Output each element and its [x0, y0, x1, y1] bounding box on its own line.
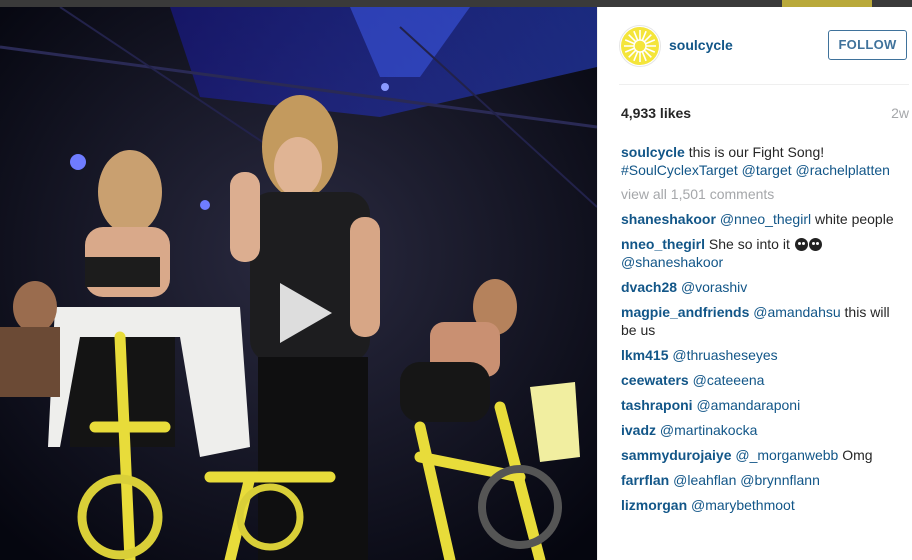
comment-username[interactable]: tashraponi — [621, 397, 693, 413]
comment-item: lizmorgan @marybethmoot — [621, 496, 897, 514]
comment-item: sammydurojaiye @_morganwebb Omg — [621, 446, 897, 464]
caption-username[interactable]: soulcycle — [621, 144, 685, 160]
comment-text: white people — [815, 211, 894, 227]
comment-item: ceewaters @cateeena — [621, 371, 897, 389]
caption: soulcycle this is our Fight Song! #SoulC… — [621, 143, 897, 179]
comment-mention[interactable]: @thruasheseyes — [672, 347, 777, 363]
divider — [619, 84, 909, 85]
comment-text: She so into it — [708, 236, 790, 252]
likes-count[interactable]: 4,933 likes — [621, 105, 691, 121]
view-all-comments-link[interactable]: view all 1,501 comments — [621, 185, 897, 203]
comment-username[interactable]: ceewaters — [621, 372, 689, 388]
skull-emoji-icon — [808, 238, 822, 251]
follow-button[interactable]: FOLLOW — [828, 30, 907, 60]
comment-mention[interactable]: @cateeena — [693, 372, 765, 388]
comment-item: lkm415 @thruasheseyes — [621, 346, 897, 364]
comment-username[interactable]: sammydurojaiye — [621, 447, 732, 463]
comment-username[interactable]: ivadz — [621, 422, 656, 438]
caption-hashtag[interactable]: #SoulCyclexTarget — [621, 162, 738, 178]
comment-username[interactable]: shaneshakoor — [621, 211, 716, 227]
comment-mention[interactable]: @vorashiv — [681, 279, 747, 295]
comment-mention[interactable]: @amandaraponi — [696, 397, 800, 413]
comment-item: farrflan @leahflan @brynnflann — [621, 471, 897, 489]
play-icon[interactable] — [266, 277, 338, 349]
post-username[interactable]: soulcycle — [669, 37, 733, 53]
comment-mention[interactable]: @leahflan @brynnflann — [673, 472, 820, 488]
comment-mention[interactable]: @_morganwebb — [735, 447, 838, 463]
comment-item: tashraponi @amandaraponi — [621, 396, 897, 414]
comment-item: nneo_thegirl She so into it @shaneshakoo… — [621, 235, 897, 271]
comment-mention[interactable]: @nneo_thegirl — [720, 211, 811, 227]
comment-username[interactable]: magpie_andfriends — [621, 304, 749, 320]
comment-username[interactable]: dvach28 — [621, 279, 677, 295]
caption-text: this is our Fight Song! — [688, 144, 825, 160]
comment-mention[interactable]: @amandahsu — [753, 304, 840, 320]
comment-item: ivadz @martinakocka — [621, 421, 897, 439]
comment-item: shaneshakoor @nneo_thegirl white people — [621, 210, 897, 228]
comment-mention[interactable]: @martinakocka — [660, 422, 757, 438]
caption-mention[interactable]: @rachelplatten — [796, 162, 890, 178]
comment-username[interactable]: lkm415 — [621, 347, 668, 363]
comment-mention[interactable]: @marybethmoot — [691, 497, 795, 513]
comments-list: soulcycle this is our Fight Song! #SoulC… — [621, 143, 897, 521]
post-panel: soulcycle FOLLOW 4,933 likes 2w soulcycl… — [597, 7, 912, 560]
video-player[interactable] — [0, 7, 597, 560]
comment-username[interactable]: lizmorgan — [621, 497, 687, 513]
comment-mention[interactable]: @shaneshakoor — [621, 254, 723, 270]
comment-item: dvach28 @vorashiv — [621, 278, 897, 296]
comment-username[interactable]: farrflan — [621, 472, 669, 488]
post-header: soulcycle FOLLOW — [598, 7, 912, 84]
comment-item: magpie_andfriends @amandahsu this will b… — [621, 303, 897, 339]
comment-text: Omg — [842, 447, 873, 463]
soulcycle-wheel-logo[interactable] — [619, 25, 661, 67]
top-strip — [0, 0, 912, 7]
skull-emoji-icon — [794, 238, 808, 251]
post-age[interactable]: 2w — [891, 105, 909, 121]
caption-mention[interactable]: @target — [742, 162, 792, 178]
comment-username[interactable]: nneo_thegirl — [621, 236, 705, 252]
